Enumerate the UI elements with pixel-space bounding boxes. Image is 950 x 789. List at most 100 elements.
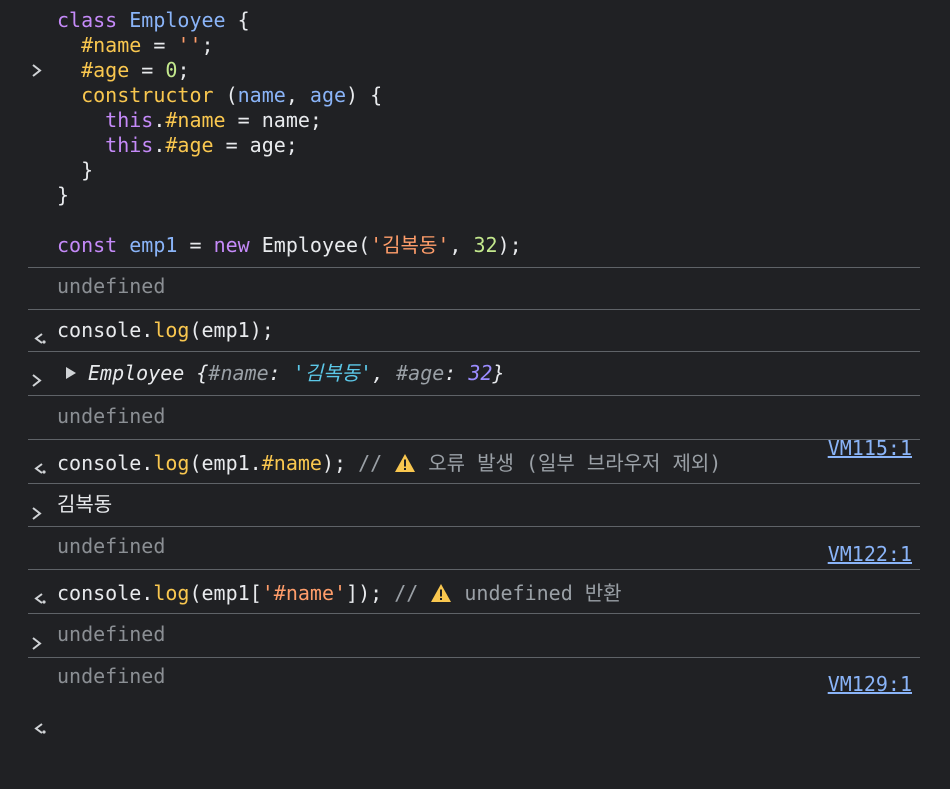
comment-text: undefined 반환 (452, 581, 622, 605)
dot: . (141, 318, 154, 342)
comment-slashes: // (394, 581, 431, 605)
code-line: } (57, 158, 93, 183)
object-key-name: #name (208, 361, 269, 385)
call-close: ); (497, 233, 522, 257)
console-log-object: Employee {#name: '김복동', #age: 32} VM115:… (0, 361, 950, 460)
keyword-new: new (213, 233, 250, 257)
object-key-age: #age (396, 361, 445, 385)
log-method: log (153, 581, 190, 605)
semicolon: ; (201, 33, 214, 57)
console-return-value: undefined (0, 274, 950, 344)
console-object: console (57, 451, 142, 475)
console-object: console (57, 581, 142, 605)
brace: } (492, 361, 505, 385)
call-close: ]); (346, 581, 383, 605)
prompt-chevron-icon (30, 451, 50, 520)
assign: = (129, 58, 166, 82)
param-name: name (237, 83, 286, 107)
divider (28, 657, 920, 658)
keyword-const: const (57, 233, 118, 257)
divider (28, 439, 920, 440)
return-arrow-icon (30, 534, 50, 604)
code-line: this.#name = name; (57, 108, 322, 133)
return-undefined: undefined (57, 534, 166, 558)
bracket: [ (249, 581, 262, 605)
arg-emp1: emp1. (201, 451, 262, 475)
code-line: console.log(emp1['#name']); // undefined… (57, 581, 622, 609)
console-return-value: undefined (0, 664, 950, 734)
brace: { (196, 361, 209, 385)
code-line: class Employee { (57, 8, 250, 33)
var-emp1: emp1 (129, 233, 178, 257)
divider (28, 483, 920, 484)
devtools-console: class Employee { #name = ''; #age = 0; c… (0, 0, 950, 734)
console-return-value: undefined (0, 404, 950, 474)
dot: . (153, 108, 166, 132)
brace: { (225, 8, 250, 32)
keyword-this: this (105, 133, 154, 157)
private-field-name: #name (165, 108, 226, 132)
object-class-name: Employee (88, 361, 185, 385)
close-brace: } (57, 183, 70, 207)
console-input-class-definition: class Employee { #name = ''; #age = 0; c… (0, 8, 950, 258)
return-undefined: undefined (57, 274, 166, 298)
string-literal: '#name' (261, 581, 347, 605)
expand-triangle-icon[interactable] (66, 367, 76, 379)
object-value-age: 32 (468, 361, 493, 385)
console-return-value: undefined (0, 534, 950, 604)
paren: ( (189, 451, 202, 475)
return-arrow-icon (30, 404, 50, 474)
console-input: console.log(emp1['#name']); // undefined… (0, 581, 950, 650)
number-literal: 32 (473, 233, 498, 257)
private-field-name: #name (81, 33, 142, 57)
assign: = (141, 33, 178, 57)
string-literal: '김복동' (370, 233, 450, 257)
assign-name: = name; (225, 108, 322, 132)
object-preview[interactable]: Employee {#name: '김복동', #age: 32} (88, 361, 505, 386)
comment-slashes: // (358, 451, 395, 475)
code-line: this.#age = age; (57, 133, 298, 158)
arg-emp1: emp1 (201, 318, 250, 342)
dot: . (141, 451, 154, 475)
divider (28, 569, 920, 570)
log-method: log (153, 318, 190, 342)
code-line: constructor (name, age) { (57, 83, 382, 108)
divider (28, 309, 920, 310)
paren: ( (213, 83, 238, 107)
divider (28, 395, 920, 396)
string-literal: '' (177, 33, 202, 57)
dot: . (141, 581, 154, 605)
paren: ( (189, 318, 202, 342)
log-text: undefined (57, 622, 166, 646)
console-input: console.log(emp1.#name); // 오류 발생 (일부 브라… (0, 451, 950, 520)
separator: , (372, 361, 397, 385)
return-arrow-icon (30, 274, 50, 344)
console-log-message: 김복동 VM122:1 (0, 492, 950, 566)
private-field-age: #age (81, 58, 130, 82)
log-method: log (153, 451, 190, 475)
keyword-class: class (57, 8, 118, 32)
comment-text: 오류 발생 (일부 브라우저 제외) (416, 451, 722, 475)
console-log-message: undefined VM129:1 (0, 622, 950, 696)
divider (28, 613, 920, 614)
arg-emp1: emp1 (201, 581, 250, 605)
comma: , (449, 233, 474, 257)
call-close: ); (321, 451, 347, 475)
code-line: console.log(emp1.#name); // 오류 발생 (일부 브라… (57, 451, 721, 479)
divider (28, 351, 920, 352)
code-line: console.log(emp1); (57, 318, 274, 343)
dot: . (153, 133, 166, 157)
prompt-chevron-icon (30, 581, 50, 650)
code-line: } (57, 183, 69, 208)
return-arrow-icon (30, 664, 50, 734)
log-text: 김복동 (57, 492, 113, 516)
constructor-keyword: constructor (81, 83, 214, 107)
divider (28, 267, 920, 268)
private-field-age: #age (165, 133, 214, 157)
semicolon: ; (177, 58, 190, 82)
code-line: #name = ''; (57, 33, 214, 58)
